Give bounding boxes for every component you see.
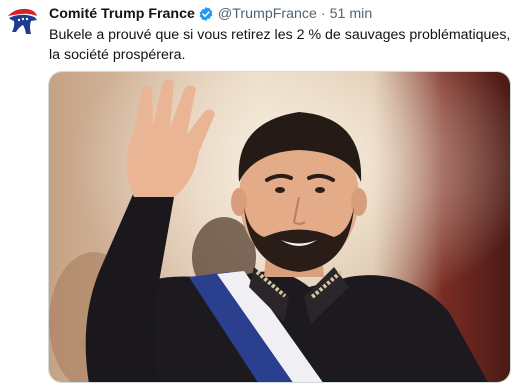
avatar[interactable] [5,4,39,38]
verified-badge-icon[interactable] [198,6,214,22]
tweet-header: Comité Trump France @TrumpFrance · 51 mi… [49,5,372,23]
tweet-card[interactable]: Comité Trump France @TrumpFrance · 51 mi… [0,0,519,391]
author-handle[interactable]: @TrumpFrance [218,5,317,23]
timestamp[interactable]: 51 min [330,5,373,23]
tweet-photo[interactable] [48,71,511,383]
separator-dot: · [320,6,326,22]
author-name[interactable]: Comité Trump France [49,5,195,23]
elephant-logo-icon [8,8,37,35]
photo-man-waving [49,72,510,382]
tweet-text: Bukele a prouvé que si vous retirez les … [49,27,511,63]
